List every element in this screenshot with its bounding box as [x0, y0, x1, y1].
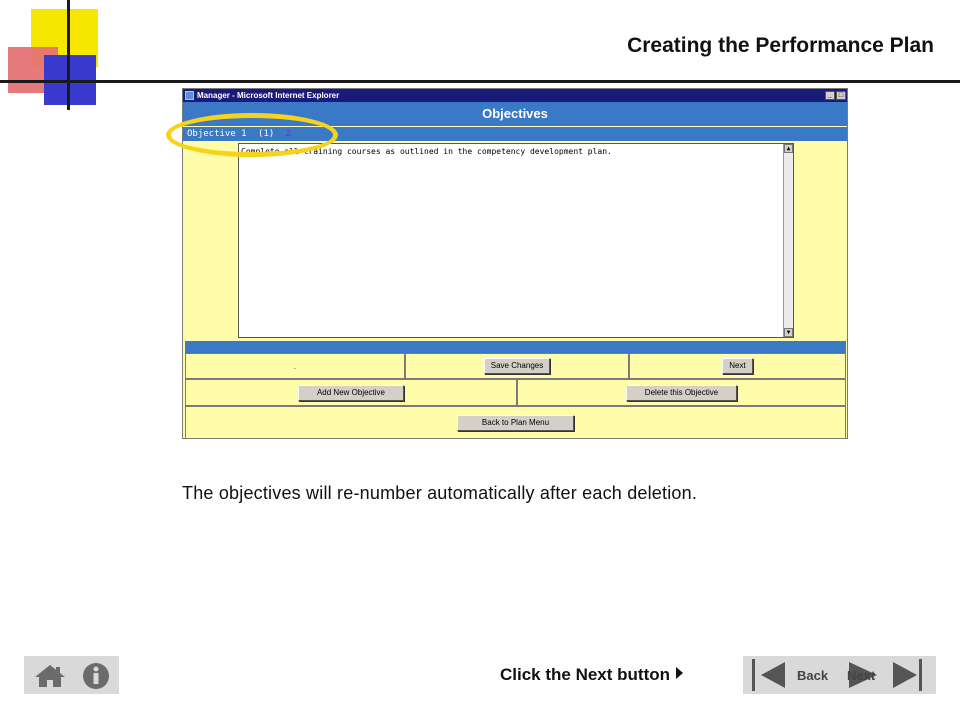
slide-navigation: Back Next	[743, 656, 936, 694]
info-icon[interactable]	[82, 662, 110, 690]
maximize-icon[interactable]: □	[836, 91, 846, 100]
button-grid: . Save Changes Next Add New Objective De…	[185, 353, 846, 439]
minimize-icon[interactable]: _	[825, 91, 835, 100]
next-instruction-text: Click the Next button	[500, 665, 671, 684]
highlight-ring	[166, 113, 338, 157]
home-info-bar	[24, 656, 119, 694]
scroll-down-icon[interactable]: ▼	[784, 328, 793, 337]
browser-titlebar: Manager - Microsoft Internet Explorer _ …	[183, 89, 847, 102]
slide-caption: The objectives will re-number automatica…	[182, 483, 698, 503]
back-button[interactable]: Back	[797, 668, 828, 683]
placeholder-dot: .	[293, 361, 297, 371]
next-nav-button[interactable]: Next	[847, 668, 875, 683]
objective-textarea[interactable]: Complete all training courses as outline…	[238, 143, 794, 338]
delete-objective-button[interactable]: Delete this Objective	[625, 384, 738, 401]
save-changes-button[interactable]: Save Changes	[483, 358, 551, 374]
next-instruction: Click the Next button	[500, 665, 684, 685]
textarea-scrollbar[interactable]: ▲ ▼	[783, 144, 793, 337]
next-button[interactable]: Next	[722, 358, 753, 374]
decor-line-vertical	[67, 0, 70, 110]
browser-title: Manager - Microsoft Internet Explorer	[197, 91, 340, 100]
empty-cell: .	[185, 353, 405, 378]
back-to-plan-menu-button[interactable]: Back to Plan Menu	[456, 414, 575, 431]
play-arrow-icon	[676, 667, 684, 679]
add-objective-button[interactable]: Add New Objective	[297, 384, 404, 401]
divider-bar	[185, 341, 846, 353]
decor-line-horizontal	[0, 80, 960, 83]
scroll-up-icon[interactable]: ▲	[784, 144, 793, 153]
last-slide-icon[interactable]	[893, 659, 923, 691]
home-icon[interactable]	[34, 664, 66, 688]
page-title: Creating the Performance Plan	[627, 34, 934, 57]
back-arrow-icon[interactable]	[761, 662, 785, 688]
ie-icon	[185, 91, 194, 100]
